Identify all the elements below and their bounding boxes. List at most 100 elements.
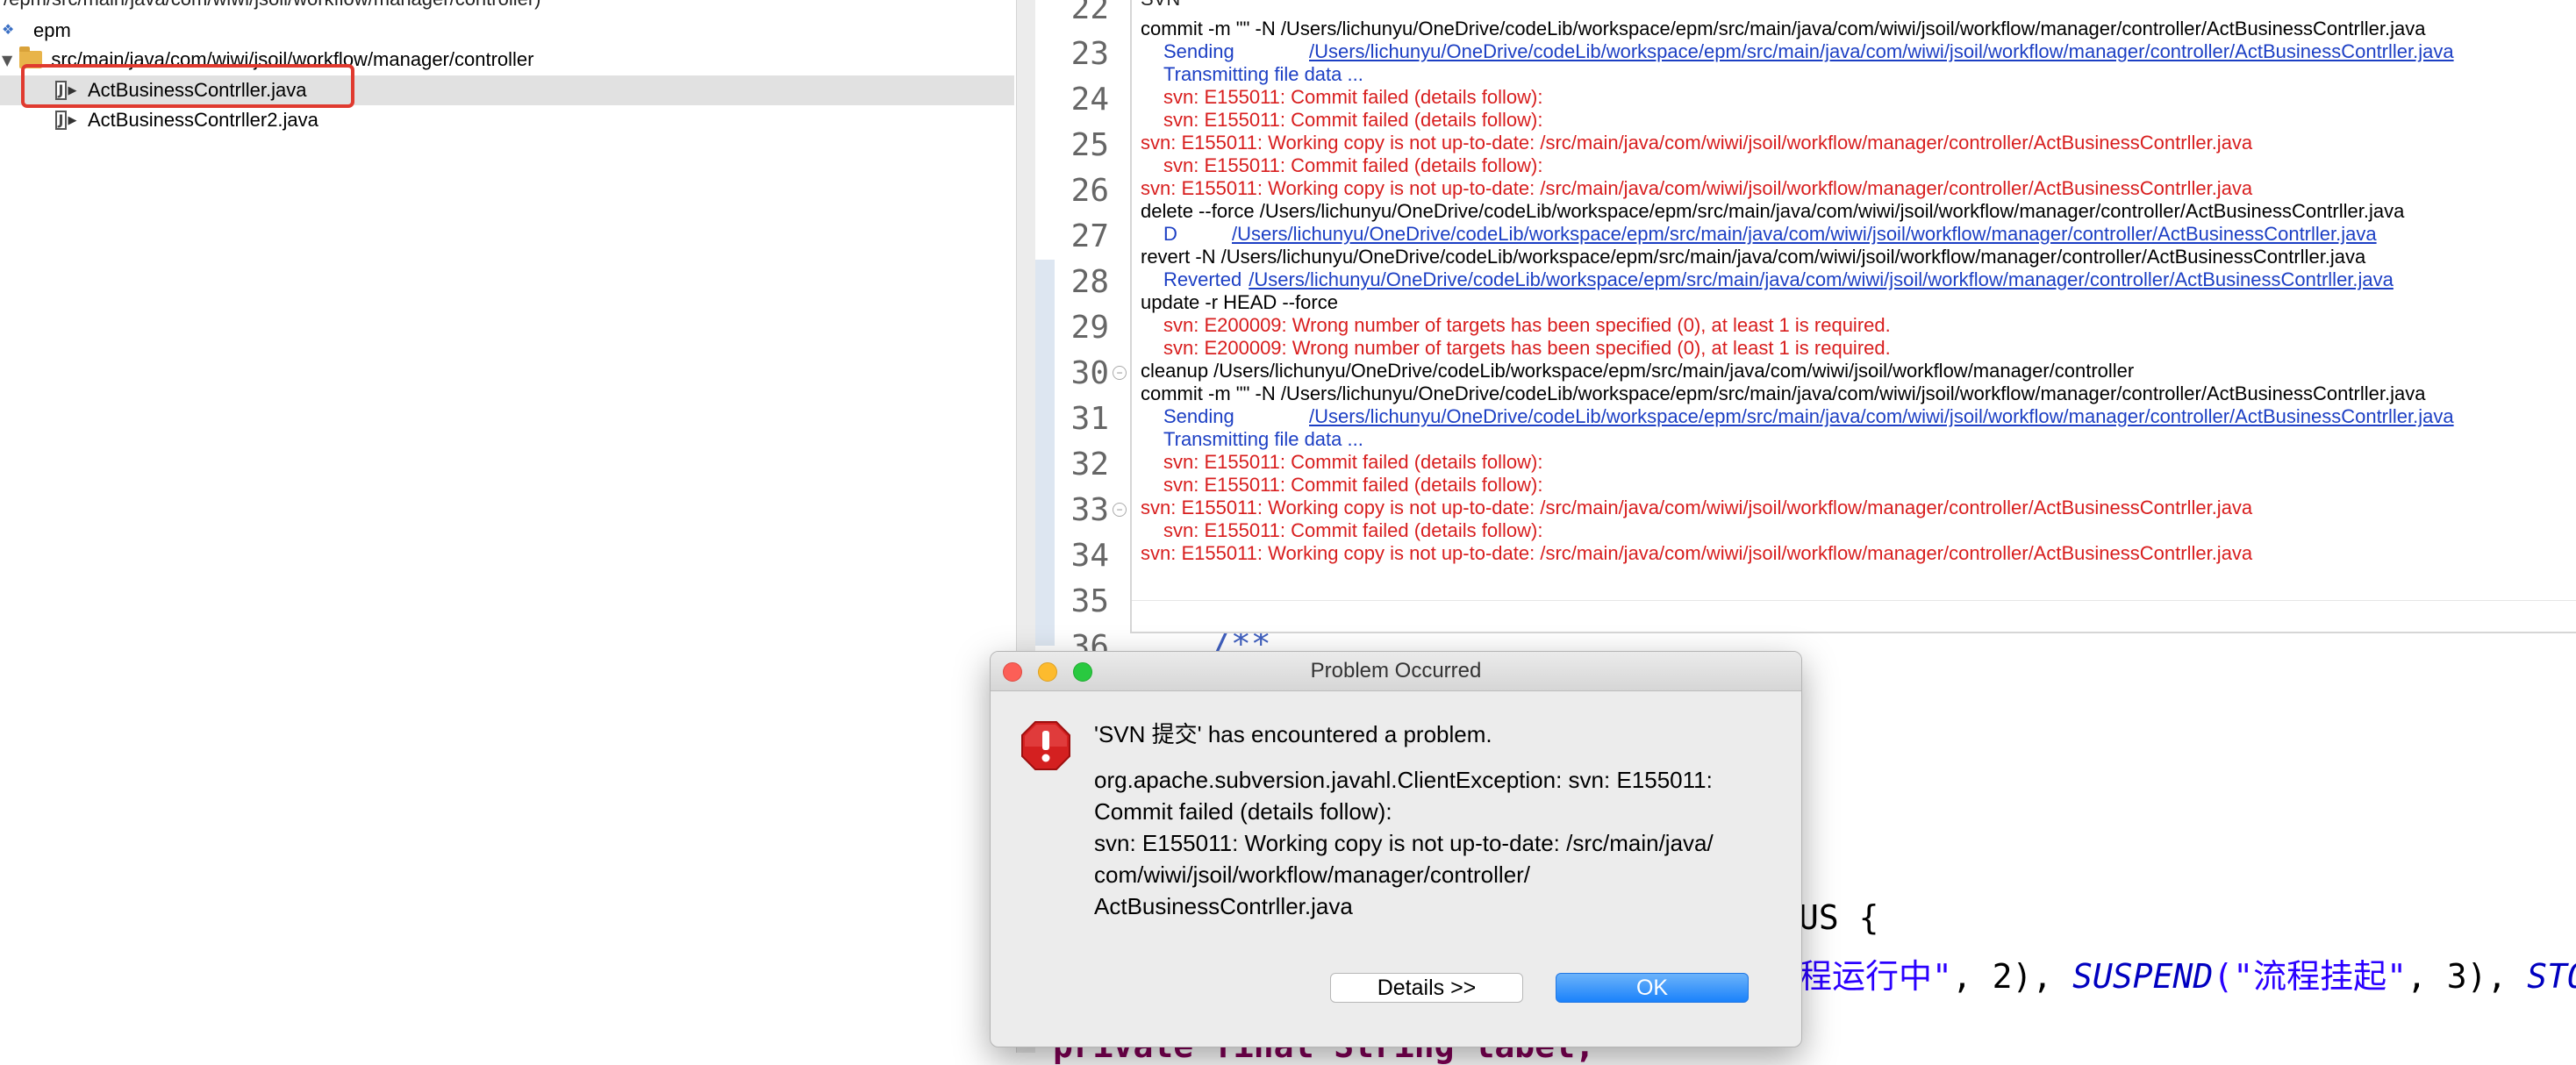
console-line-text: commit -m "" -N /Users/lichunyu/OneDrive… (1141, 18, 2426, 39)
console-file-link[interactable]: /Users/lichunyu/OneDrive/codeLib/workspa… (1309, 40, 2454, 62)
dialog-detail-line: ActBusinessContrller.java (1094, 893, 1353, 919)
console-line-text: svn: E200009: Wrong number of targets ha… (1163, 337, 1891, 359)
console-line-text: svn: E155011: Commit failed (details fol… (1163, 86, 1543, 108)
console-divider (1132, 600, 2576, 601)
console-line-command: commit -m "" -N /Users/lichunyu/OneDrive… (1141, 18, 2454, 40)
tree-item-project[interactable]: ❖ epm (0, 16, 71, 46)
console-line-error: svn: E155011: Working copy is not up-to-… (1141, 177, 2454, 200)
error-icon (1021, 721, 1070, 770)
dialog-detail-line: com/wiwi/jsoil/workflow/manager/controll… (1094, 861, 1531, 888)
console-line-info: Transmitting file data ... (1141, 428, 2454, 451)
console-line-error: svn: E155011: Commit failed (details fol… (1141, 109, 2454, 132)
console-file-link[interactable]: /Users/lichunyu/OneDrive/codeLib/workspa… (1232, 223, 2377, 245)
project-icon: ❖ (2, 21, 15, 38)
console-line-link: Sending/Users/lichunyu/OneDrive/codeLib/… (1141, 405, 2454, 428)
console-line-label: Sending (1163, 405, 1234, 427)
fold-toggle-icon[interactable]: − (1113, 503, 1127, 517)
annotation-highlight-box (21, 64, 354, 108)
svn-console: SVN commit -m "" -N /Users/lichunyu/OneD… (1130, 0, 2576, 633)
console-line-text: svn: E155011: Commit failed (details fol… (1163, 519, 1543, 541)
console-line-error: svn: E155011: Working copy is not up-to-… (1141, 132, 2454, 154)
line-number: 22 (1070, 0, 1109, 26)
code-constant: STOP( (2527, 957, 2576, 996)
console-line-error: svn: E155011: Commit failed (details fol… (1141, 86, 2454, 109)
line-number: 24 (1070, 82, 1109, 118)
details-button[interactable]: Details >> (1330, 973, 1523, 1003)
console-line-error: svn: E200009: Wrong number of targets ha… (1141, 314, 2454, 337)
console-line-text: svn: E200009: Wrong number of targets ha… (1163, 314, 1891, 336)
chevron-down-icon[interactable]: ▼ (2, 52, 12, 68)
console-line-info: Transmitting file data ... (1141, 63, 2454, 86)
console-line-text: Transmitting file data ... (1163, 63, 1363, 85)
code-string: ("流程挂起" (2213, 957, 2407, 996)
dialog-title: Problem Occurred (1310, 659, 1482, 683)
console-line-command: cleanup /Users/lichunyu/OneDrive/codeLib… (1141, 360, 2454, 382)
code-enum-values: 程运行中", 2), SUSPEND("流程挂起", 3), STOP( (1799, 949, 2576, 997)
console-line-error: svn: E155011: Commit failed (details fol… (1141, 154, 2454, 177)
console-line-label: D (1163, 223, 1177, 245)
code-punct: , 2), (1951, 957, 2073, 996)
package-explorer: /epm/src/main/java/com/wiwi/jsoil/workfl… (0, 0, 1016, 1053)
console-line-label: Sending (1163, 40, 1234, 62)
console-line-command: commit -m "" -N /Users/lichunyu/OneDrive… (1141, 382, 2454, 405)
console-output: commit -m "" -N /Users/lichunyu/OneDrive… (1141, 18, 2454, 565)
console-file-link[interactable]: /Users/lichunyu/OneDrive/codeLib/workspa… (1309, 405, 2454, 427)
console-line-link: D/Users/lichunyu/OneDrive/codeLib/worksp… (1141, 223, 2454, 246)
console-line-text: cleanup /Users/lichunyu/OneDrive/codeLib… (1141, 360, 2135, 382)
line-number: 28 (1070, 264, 1109, 300)
code-string: 程运行中" (1799, 957, 1952, 996)
dialog-message: 'SVN 提交' has encountered a problem. (1094, 721, 1492, 747)
console-line-text: svn: E155011: Commit failed (details fol… (1163, 109, 1543, 131)
console-line-label: Reverted (1163, 268, 1242, 290)
line-number: 30 (1070, 355, 1109, 391)
tree-item-project-label: epm (33, 19, 71, 41)
console-line-error: svn: E155011: Commit failed (details fol… (1141, 451, 2454, 474)
console-line-command: revert -N /Users/lichunyu/OneDrive/codeL… (1141, 246, 2454, 268)
console-line-text: svn: E155011: Working copy is not up-to-… (1141, 132, 2253, 154)
console-line-error: svn: E155011: Commit failed (details fol… (1141, 474, 2454, 497)
dialog-detail-line: Commit failed (details follow): (1094, 798, 1392, 825)
code-punct: , 3), (2406, 957, 2528, 996)
explorer-path: /epm/src/main/java/com/wiwi/jsoil/workfl… (4, 0, 541, 11)
console-title: SVN (1141, 0, 1180, 11)
console-line-text: Transmitting file data ... (1163, 428, 1363, 450)
tree-item-file-label: ActBusinessContrller2.java (88, 109, 318, 131)
console-file-link[interactable]: /Users/lichunyu/OneDrive/codeLib/workspa… (1249, 268, 2394, 290)
line-number: 35 (1070, 583, 1109, 619)
dialog-detail-line: svn: E155011: Working copy is not up-to-… (1094, 830, 1714, 856)
fold-toggle-icon[interactable]: − (1113, 366, 1127, 380)
line-number: 29 (1070, 310, 1109, 346)
line-number: 32 (1070, 447, 1109, 482)
console-line-text: commit -m "" -N /Users/lichunyu/OneDrive… (1141, 382, 2426, 404)
code-enum-decl: US { (1799, 898, 1879, 937)
console-line-text: delete --force /Users/lichunyu/OneDrive/… (1141, 200, 2405, 222)
console-line-text: svn: E155011: Working copy is not up-to-… (1141, 497, 2253, 518)
console-line-text: svn: E155011: Working copy is not up-to-… (1141, 177, 2253, 199)
line-number: 33 (1070, 492, 1109, 528)
console-line-text: svn: E155011: Commit failed (details fol… (1163, 154, 1543, 176)
line-number: 31 (1070, 401, 1109, 437)
line-number: 26 (1070, 173, 1109, 209)
console-line-error: svn: E155011: Working copy is not up-to-… (1141, 542, 2454, 565)
console-line-text: svn: E155011: Working copy is not up-to-… (1141, 542, 2253, 564)
console-line-error: svn: E155011: Working copy is not up-to-… (1141, 497, 2454, 519)
console-line-text: svn: E155011: Commit failed (details fol… (1163, 474, 1543, 496)
console-line-command: delete --force /Users/lichunyu/OneDrive/… (1141, 200, 2454, 223)
code-constant: SUSPEND (2072, 957, 2214, 996)
line-number: 23 (1070, 36, 1109, 72)
problem-dialog: Problem Occurred 'SVN 提交' has encountere… (990, 651, 1802, 1047)
line-number: 27 (1070, 218, 1109, 254)
console-line-link: Reverted/Users/lichunyu/OneDrive/codeLib… (1141, 268, 2454, 291)
dialog-detail: org.apache.subversion.javahl.ClientExcep… (1094, 764, 1787, 922)
console-line-text: update -r HEAD --force (1141, 291, 1338, 313)
dialog-detail-line: org.apache.subversion.javahl.ClientExcep… (1094, 767, 1713, 793)
java-file-icon: J ▶ (51, 109, 81, 132)
console-line-text: revert -N /Users/lichunyu/OneDrive/codeL… (1141, 246, 2366, 268)
line-number: 25 (1070, 127, 1109, 163)
tree-item-file[interactable]: J ▶ ActBusinessContrller2.java (51, 105, 318, 135)
console-line-error: svn: E200009: Wrong number of targets ha… (1141, 337, 2454, 360)
line-number: 34 (1070, 538, 1109, 574)
console-line-command: update -r HEAD --force (1141, 291, 2454, 314)
ok-button[interactable]: OK (1556, 973, 1749, 1003)
console-line-text: svn: E155011: Commit failed (details fol… (1163, 451, 1543, 473)
